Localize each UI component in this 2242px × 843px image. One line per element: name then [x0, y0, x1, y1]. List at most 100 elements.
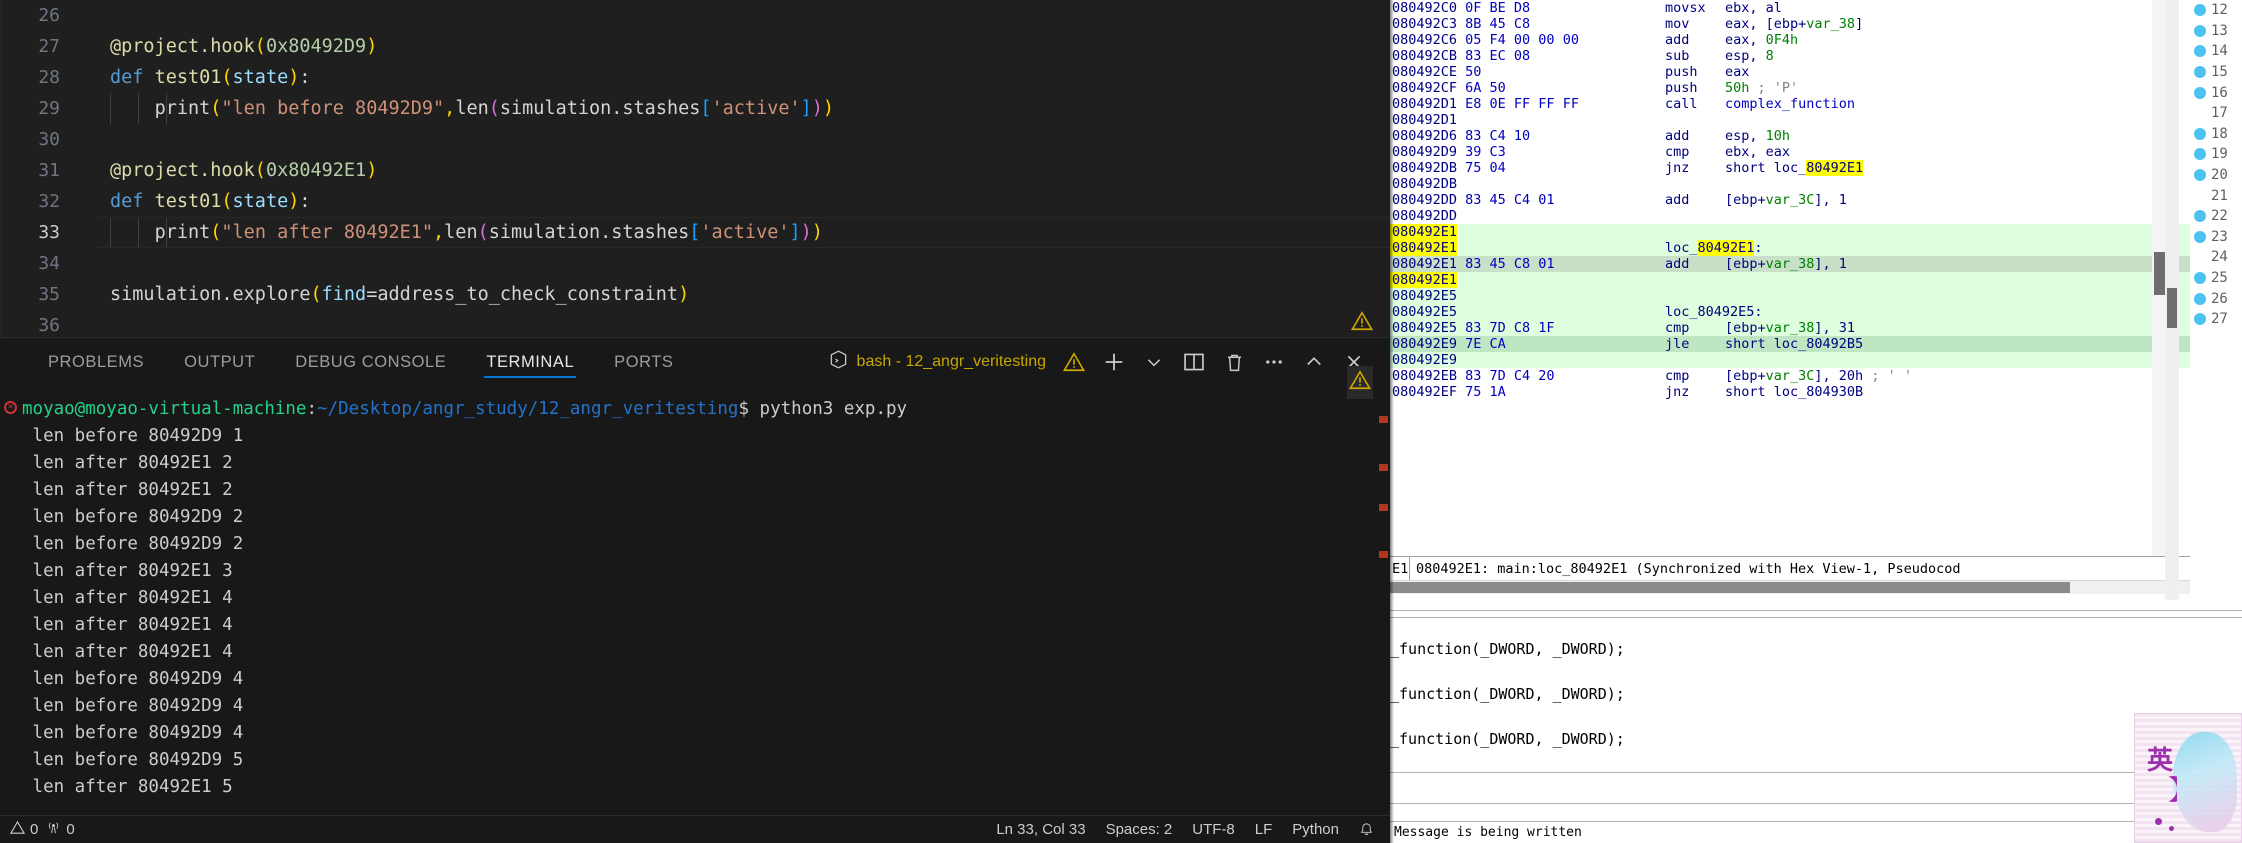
disassembly-row[interactable]: 080492D9 39 C3 cmp ebx, eax	[1390, 144, 2190, 160]
bell-icon[interactable]	[1359, 822, 1374, 837]
disassembly-row[interactable]: 080492EB 83 7D C4 20 cmp [ebp+var_3C], 20h…	[1390, 368, 2190, 384]
terminal-overview-ruler[interactable]	[1374, 386, 1390, 815]
disassembly-row[interactable]: 080492DB 75 04 jnz short loc_80492E1	[1390, 160, 2190, 176]
side-line-entry[interactable]: 23	[2190, 227, 2242, 248]
side-line-entry[interactable]: 24	[2190, 247, 2242, 268]
scrollbar-thumb[interactable]	[2167, 288, 2177, 328]
disassembly-row[interactable]: 080492CF 6A 50 push 50h ; 'P'	[1390, 80, 2190, 96]
breakpoint-dot-icon[interactable]	[2194, 66, 2206, 79]
breakpoint-dot-icon[interactable]	[2194, 169, 2206, 182]
side-line-entry[interactable]: 20	[2190, 165, 2242, 186]
disassembly-row[interactable]: 080492CB 83 EC 08 sub esp, 8	[1390, 48, 2190, 64]
disassembly-row[interactable]: 080492E1 83 45 C8 01 add [ebp+var_38], 1	[1390, 256, 2190, 272]
code-line[interactable]: 30	[0, 124, 1390, 155]
tab-ports[interactable]: PORTS	[594, 338, 693, 386]
disassembly-row[interactable]: 080492CE 50 push eax	[1390, 64, 2190, 80]
side-line-entry[interactable]: 21	[2190, 185, 2242, 206]
disassembly-row[interactable]: 080492C0 0F BE D8 movsx ebx, al	[1390, 0, 2190, 16]
chevron-down-icon[interactable]	[1136, 344, 1172, 380]
scrollbar-thumb[interactable]	[1390, 582, 2070, 593]
disassembly-row[interactable]: 080492EF 75 1A jnz short loc_804930B	[1390, 384, 2190, 400]
side-line-entry[interactable]: 25	[2190, 268, 2242, 289]
language-mode[interactable]: Python	[1292, 821, 1339, 838]
encoding[interactable]: UTF-8	[1192, 821, 1235, 838]
code-line[interactable]: 27 @project.hook(0x80492D9)	[0, 31, 1390, 62]
breakpoint-dot-icon[interactable]	[2194, 313, 2206, 326]
ida-disassembly-view[interactable]: 080492C0 0F BE D8 movsx ebx, al 080492C3 8B…	[1390, 0, 2190, 572]
ida-side-scrollbar[interactable]	[2165, 0, 2179, 600]
disassembly-row[interactable]: 080492E1	[1390, 272, 2190, 288]
cursor-position[interactable]: Ln 33, Col 33	[996, 821, 1085, 838]
code-line[interactable]: 34	[0, 248, 1390, 279]
disassembly-row[interactable]: 080492C3 8B 45 C8 mov eax, [ebp+var_38]	[1390, 16, 2190, 32]
breakpoint-dot-icon[interactable]	[2194, 272, 2206, 285]
disassembly-row[interactable]: 080492E5 loc_80492E5:	[1390, 304, 2190, 320]
side-line-entry[interactable]: 22	[2190, 206, 2242, 227]
side-line-entry[interactable]: 15	[2190, 62, 2242, 83]
breakpoint-dot-icon[interactable]	[2194, 148, 2206, 161]
disassembly-row[interactable]: 080492DD	[1390, 208, 2190, 224]
terminal-body[interactable]: ✕ moyao@moyao-virtual-machine:~/Desktop/a…	[0, 386, 1390, 815]
tab-problems[interactable]: PROBLEMS	[28, 338, 164, 386]
breakpoint-dot-icon[interactable]	[2194, 210, 2206, 223]
breakpoint-dot-icon[interactable]	[2194, 24, 2206, 37]
side-line-entry[interactable]: 18	[2190, 124, 2242, 145]
more-actions-icon[interactable]	[1256, 344, 1292, 380]
trash-icon[interactable]	[1216, 344, 1252, 380]
terminal-warning-icon-1[interactable]	[1350, 310, 1374, 337]
warning-icon[interactable]	[1056, 344, 1092, 380]
breakpoint-dot-icon[interactable]	[2194, 230, 2206, 243]
disassembly-row[interactable]: 080492D1 E8 0E FF FF FF call complex_funct…	[1390, 96, 2190, 112]
side-line-entry[interactable]: 19	[2190, 144, 2242, 165]
status-warnings[interactable]: 0	[46, 820, 75, 839]
code-line[interactable]: 35 simulation.explore(find=address_to_che…	[0, 279, 1390, 310]
side-line-entry[interactable]: 14	[2190, 41, 2242, 62]
breakpoint-dot-icon[interactable]	[2194, 251, 2206, 263]
side-line-entry[interactable]: 26	[2190, 288, 2242, 309]
ida-side-line-numbers[interactable]: 12 13 14 15 16 17 18 19 20 21 22 23 24 25 26 27	[2190, 0, 2242, 600]
breakpoint-dot-icon[interactable]	[2194, 86, 2206, 99]
disassembly-row[interactable]: 080492E9 7E CA jle short loc_80492B5	[1390, 336, 2190, 352]
side-line-entry[interactable]: 13	[2190, 21, 2242, 42]
code-line[interactable]: 28 def test01(state):	[0, 62, 1390, 93]
chevron-up-icon[interactable]	[1296, 344, 1332, 380]
side-line-entry[interactable]: 16	[2190, 82, 2242, 103]
code-line[interactable]: 33 print("len after 80492E1",len(simulat…	[0, 217, 1390, 248]
breakpoint-dot-icon[interactable]	[2194, 127, 2206, 140]
disassembly-row[interactable]: 080492E9	[1390, 352, 2190, 368]
disassembly-row[interactable]: 080492D1	[1390, 112, 2190, 128]
ida-disasm-hscrollbar[interactable]	[1390, 580, 2190, 594]
terminal-warning-icon-2[interactable]	[1347, 366, 1373, 399]
side-line-entry[interactable]: 27	[2190, 309, 2242, 330]
split-terminal-button[interactable]	[1176, 344, 1212, 380]
disassembly-row[interactable]: 080492DB	[1390, 176, 2190, 192]
tab-terminal[interactable]: TERMINAL	[466, 338, 594, 386]
disassembly-row[interactable]: 080492E5	[1390, 288, 2190, 304]
breakpoint-dot-icon[interactable]	[2194, 45, 2206, 58]
disassembly-row[interactable]: 080492C6 05 F4 00 00 00 add eax, 0F4h	[1390, 32, 2190, 48]
breakpoint-dot-icon[interactable]	[2194, 4, 2206, 17]
disassembly-row[interactable]: 080492E5 83 7D C8 1F cmp [ebp+var_38], 31	[1390, 320, 2190, 336]
scrollbar-thumb[interactable]	[2154, 252, 2165, 295]
code-line[interactable]: 26	[0, 0, 1390, 31]
breakpoint-dot-icon[interactable]	[2194, 292, 2206, 305]
disassembly-row[interactable]: 080492D6 83 C4 10 add esp, 10h	[1390, 128, 2190, 144]
breakpoint-dot-icon[interactable]	[2194, 107, 2206, 119]
eol-mode[interactable]: LF	[1255, 821, 1273, 838]
code-line[interactable]: 31 @project.hook(0x80492E1)	[0, 155, 1390, 186]
side-line-entry[interactable]: 17	[2190, 103, 2242, 124]
disassembly-row[interactable]: 080492E1	[1390, 224, 2190, 240]
disassembly-row[interactable]: 080492DD 83 45 C4 01 add [ebp+var_3C], 1	[1390, 192, 2190, 208]
code-line[interactable]: 29 print("len before 80492D9",len(simula…	[0, 93, 1390, 124]
status-errors[interactable]: 0	[9, 820, 38, 839]
new-terminal-button[interactable]	[1096, 344, 1132, 380]
terminal-tab-label[interactable]: bash - 12_angr_veritesting	[829, 350, 1046, 374]
code-editor[interactable]: 26 27 @project.hook(0x80492D9) 28 def test01…	[0, 0, 1390, 337]
disassembly-row[interactable]: 080492E1 loc_80492E1:	[1390, 240, 2190, 256]
code-line[interactable]: 36	[0, 310, 1390, 337]
ida-pseudocode-view[interactable]: _function(_DWORD, _DWORD); _function(_DW…	[1390, 600, 2242, 843]
breakpoint-dot-icon[interactable]	[2194, 190, 2206, 202]
indentation[interactable]: Spaces: 2	[1106, 821, 1173, 838]
side-line-entry[interactable]: 12	[2190, 0, 2242, 21]
tab-output[interactable]: OUTPUT	[164, 338, 275, 386]
